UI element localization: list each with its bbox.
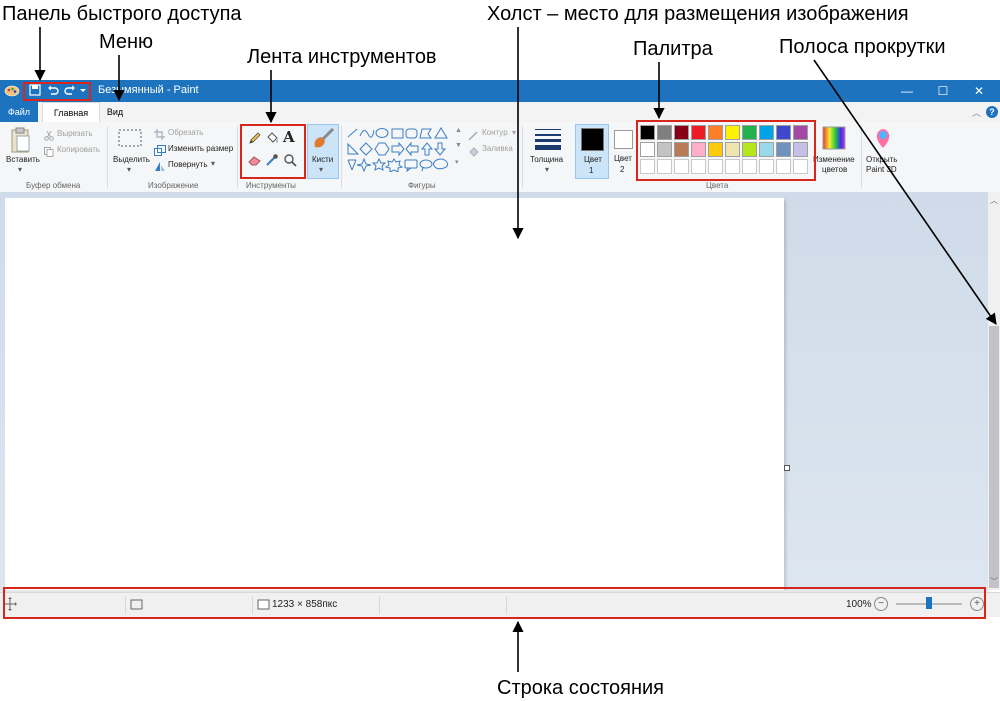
callout-canvas: Холст – место для размещения изображения xyxy=(487,3,909,25)
palette-highlight xyxy=(636,120,816,181)
group-divider xyxy=(237,126,238,188)
shapes-scroll-up-icon[interactable]: ▲ xyxy=(455,127,462,134)
callout-palette: Палитра xyxy=(633,38,713,60)
group-divider xyxy=(341,126,342,188)
shapes-scroll-down-icon[interactable]: ▼ xyxy=(455,142,462,149)
color1-label: Цвет xyxy=(584,155,602,164)
rotate-dropdown-icon[interactable]: ▾ xyxy=(211,159,215,168)
callout-quick-access: Панель быстрого доступа xyxy=(2,3,242,25)
close-button[interactable]: ✕ xyxy=(964,82,994,100)
statusbar-highlight xyxy=(3,587,986,619)
size-icon[interactable] xyxy=(535,127,561,156)
color2-button[interactable]: Цвет 2 xyxy=(611,124,637,177)
callout-statusbar: Строка состояния xyxy=(497,677,665,699)
tab-home[interactable]: Главная xyxy=(42,102,100,123)
paint-app-icon xyxy=(4,83,20,97)
fill-button-label[interactable]: Заливка xyxy=(482,144,513,153)
group-divider xyxy=(522,126,523,188)
brushes-button[interactable]: Кисти ▾ xyxy=(307,124,339,179)
image-group-label: Изображение xyxy=(148,181,199,190)
scroll-down-icon[interactable]: ﹀ xyxy=(990,576,998,587)
tools-group-label: Инструменты xyxy=(246,181,296,190)
rotate-icon[interactable] xyxy=(154,159,166,177)
callout-menu: Меню xyxy=(99,31,154,53)
crop-button-label[interactable]: Обрезать xyxy=(168,128,203,137)
vertical-scrollbar[interactable]: ︿ ﹀ xyxy=(988,192,1000,590)
copy-button-label[interactable]: Копировать xyxy=(57,145,100,154)
tab-file[interactable]: Файл xyxy=(0,102,38,122)
menu-bar: Файл Главная Вид ︿ ? xyxy=(0,102,1000,123)
drawing-canvas[interactable] xyxy=(5,198,784,590)
edit-colors-label-line1[interactable]: Изменение xyxy=(813,155,855,164)
resize-button-label[interactable]: Изменить размер xyxy=(168,144,233,153)
cut-button-label[interactable]: Вырезать xyxy=(57,129,93,138)
select-button-label[interactable]: Выделить xyxy=(113,155,150,164)
callout-scrollbar: Полоса прокрутки xyxy=(779,36,946,58)
ribbon: Вставить ▾ Вырезать Копировать Буфер обм… xyxy=(0,122,1000,193)
brushes-button-label: Кисти xyxy=(312,155,334,164)
window-title: Безымянный - Paint xyxy=(98,84,199,96)
quick-access-highlight xyxy=(23,82,91,101)
copy-icon[interactable] xyxy=(44,144,54,162)
brush-icon xyxy=(311,127,335,158)
paste-dropdown-icon[interactable]: ▾ xyxy=(18,165,22,174)
color2-label: Цвет xyxy=(614,154,632,163)
scroll-up-icon[interactable]: ︿ xyxy=(990,195,998,206)
select-dropdown-icon[interactable]: ▾ xyxy=(127,165,131,174)
clipboard-group-label: Буфер обмена xyxy=(26,181,81,190)
size-dropdown-icon[interactable]: ▾ xyxy=(545,165,549,174)
color1-button[interactable]: Цвет 1 xyxy=(575,124,609,179)
canvas-resize-handle[interactable] xyxy=(784,465,790,471)
select-icon[interactable] xyxy=(118,128,142,153)
outline-button-label[interactable]: Контур xyxy=(482,128,508,137)
callout-ribbon: Лента инструментов xyxy=(247,46,437,68)
tab-view[interactable]: Вид xyxy=(100,102,130,122)
tools-highlight xyxy=(240,124,306,179)
edit-colors-icon[interactable] xyxy=(822,126,846,155)
paint3d-icon[interactable] xyxy=(872,126,894,155)
fill-icon[interactable] xyxy=(468,144,480,162)
colors-group-label: Цвета xyxy=(706,181,729,190)
minimize-button[interactable]: — xyxy=(892,82,922,100)
rotate-button-label[interactable]: Повернуть xyxy=(168,160,208,169)
title-bar: Безымянный - Paint — ☐ ✕ xyxy=(0,80,1000,102)
color2-number: 2 xyxy=(620,165,625,174)
paint3d-label-line1[interactable]: Открыть xyxy=(866,155,897,164)
edit-colors-label-line2[interactable]: цветов xyxy=(822,165,847,174)
maximize-button[interactable]: ☐ xyxy=(928,82,958,100)
color1-swatch xyxy=(581,128,604,151)
shapes-expand-icon[interactable]: ▾ xyxy=(455,158,459,166)
brushes-dropdown-icon: ▾ xyxy=(319,165,324,174)
color1-number: 1 xyxy=(589,166,594,175)
help-icon[interactable]: ? xyxy=(986,106,998,118)
color2-swatch xyxy=(614,130,633,149)
paint3d-label-line2[interactable]: Paint 3D xyxy=(866,165,897,174)
group-divider xyxy=(107,126,108,188)
paste-button-label[interactable]: Вставить xyxy=(6,155,40,164)
shapes-group-label: Фигуры xyxy=(408,181,436,190)
outline-dropdown-icon[interactable]: ▾ xyxy=(512,128,516,137)
group-divider xyxy=(861,126,862,188)
size-button-label[interactable]: Толщина xyxy=(530,155,563,164)
scrollbar-thumb[interactable] xyxy=(989,326,999,588)
shapes-gallery-icon[interactable] xyxy=(346,126,452,177)
collapse-ribbon-icon[interactable]: ︿ xyxy=(972,106,981,119)
